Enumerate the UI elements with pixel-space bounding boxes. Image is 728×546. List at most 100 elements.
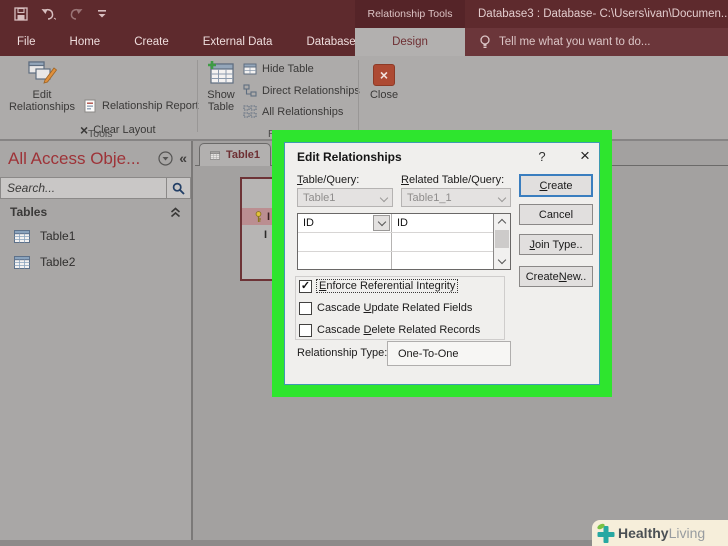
- checkbox-label: Cascade Update Related Fields: [317, 302, 472, 314]
- hide-table-label: Hide Table: [262, 63, 314, 75]
- cancel-button[interactable]: Cancel: [519, 204, 593, 225]
- tables-section-label: Tables: [10, 205, 47, 219]
- tab-home[interactable]: Home: [53, 36, 118, 48]
- tools-group-label: Tools: [88, 128, 113, 140]
- nav-item-table2[interactable]: Table2: [0, 251, 191, 273]
- collapse-group-icon[interactable]: [170, 207, 181, 218]
- nav-item-label: Table1: [40, 229, 75, 243]
- grid-field-dropdown-button[interactable]: [373, 215, 390, 231]
- menu-bar: File Home Create External Data Database …: [0, 28, 728, 56]
- title-bar: Relationship Tools Database3 : Database-…: [0, 0, 728, 28]
- all-relationships-button[interactable]: All Relationships: [243, 105, 343, 118]
- checkbox-icon[interactable]: ✓: [299, 280, 312, 293]
- highlight-border: Edit Relationships ? × Table/Query: Rela…: [272, 130, 612, 397]
- clear-layout-icon: ×: [80, 122, 88, 138]
- show-table-label: Show Table: [200, 89, 242, 113]
- table-query-value: Table1: [303, 192, 335, 204]
- relationship-type-text: One-To-One: [398, 348, 459, 360]
- lightbulb-icon: [479, 34, 491, 50]
- contextual-tab-header: Relationship Tools: [355, 0, 465, 28]
- checkbox-icon[interactable]: [299, 302, 312, 315]
- related-table-query-value: Table1_1: [407, 192, 452, 204]
- field-join-grid: ID ID: [297, 213, 511, 270]
- edit-relationships-icon: [27, 60, 57, 86]
- dialog-help-button[interactable]: ?: [531, 145, 553, 167]
- ribbon: Edit Relationships × Clear Layout Relati…: [0, 56, 728, 141]
- dropdown-chevron-icon: [380, 194, 388, 202]
- cascade-update-checkbox[interactable]: Cascade Update Related Fields: [299, 301, 472, 315]
- close-icon: ×: [373, 64, 395, 86]
- hide-table-button[interactable]: Hide Table: [243, 63, 314, 75]
- ribbon-tabs: File Home Create External Data Database …: [0, 28, 403, 56]
- table-query-combobox[interactable]: Table1: [297, 188, 393, 207]
- table-icon: [14, 256, 30, 269]
- tables-section-header[interactable]: Tables: [0, 201, 191, 223]
- scroll-down-icon[interactable]: [494, 254, 510, 269]
- grid-row-divider: [298, 251, 494, 252]
- tab-create[interactable]: Create: [117, 36, 186, 48]
- close-button[interactable]: × Close: [364, 64, 404, 101]
- grid-cell-left-field[interactable]: ID: [303, 217, 314, 229]
- relationship-type-value: One-To-One: [387, 341, 511, 366]
- table-query-label: Table/Query:: [297, 174, 359, 186]
- relationship-report-icon: [84, 99, 97, 113]
- related-table-query-combobox[interactable]: Table1_1: [401, 188, 511, 207]
- direct-relationships-icon: [243, 84, 257, 97]
- cascade-delete-checkbox[interactable]: Cascade Delete Related Records: [299, 323, 480, 337]
- checkbox-icon[interactable]: [299, 324, 312, 337]
- contextual-tab-label: Relationship Tools: [367, 8, 452, 20]
- scrollbar-thumb[interactable]: [495, 230, 509, 248]
- tab-external-data[interactable]: External Data: [186, 36, 290, 48]
- shutter-collapse-icon[interactable]: «: [179, 150, 187, 166]
- dropdown-chevron-icon: [498, 194, 506, 202]
- all-relationships-icon: [243, 105, 257, 118]
- relationship-report-button[interactable]: Relationship Report: [84, 99, 199, 113]
- nav-item-label: Table2: [40, 255, 75, 269]
- watermark-light-text: Living: [669, 525, 706, 541]
- grid-cell-right-field[interactable]: ID: [397, 217, 408, 229]
- quick-access-toolbar: [14, 4, 108, 24]
- plus-leaf-icon: [594, 522, 618, 546]
- edit-relationships-dialog: Edit Relationships ? × Table/Query: Rela…: [284, 142, 600, 385]
- save-icon[interactable]: [14, 7, 28, 21]
- watermark-bold-text: Healthy: [618, 525, 669, 541]
- table-icon: [14, 230, 30, 243]
- all-relationships-label: All Relationships: [262, 106, 343, 118]
- edit-relationships-button[interactable]: Edit Relationships: [6, 60, 78, 113]
- grid-column-divider: [391, 214, 392, 269]
- show-table-button[interactable]: Show Table: [200, 60, 242, 113]
- ribbon-separator: [358, 60, 359, 132]
- search-button[interactable]: [166, 178, 190, 198]
- dialog-close-button[interactable]: ×: [573, 145, 597, 167]
- scroll-up-icon[interactable]: [494, 214, 510, 229]
- redo-icon[interactable]: [68, 7, 84, 21]
- create-button[interactable]: Create: [519, 174, 593, 197]
- undo-icon[interactable]: [40, 7, 56, 21]
- edit-relationships-label: Edit Relationships: [6, 89, 78, 113]
- menu-circle-icon[interactable]: [158, 151, 173, 166]
- nav-item-table1[interactable]: Table1: [0, 225, 191, 247]
- watermark-logo: Healthy Living: [592, 520, 728, 546]
- related-table-query-label: Related Table/Query:: [401, 174, 504, 186]
- key-icon: [254, 211, 263, 223]
- field-name-clipped: I: [267, 211, 270, 223]
- ribbon-separator: [197, 60, 198, 132]
- search-input[interactable]: [1, 178, 166, 198]
- table-icon: [210, 150, 220, 161]
- enforce-referential-integrity-checkbox[interactable]: ✓ Enforce Referential Integrity: [299, 279, 457, 293]
- grid-scrollbar[interactable]: [493, 214, 510, 269]
- tab-design-active[interactable]: Design: [355, 28, 465, 56]
- search-box: [0, 177, 191, 199]
- customize-qat-icon[interactable]: [96, 7, 108, 21]
- tell-me-box[interactable]: Tell me what you want to do...: [465, 28, 728, 56]
- nav-pane-title[interactable]: All Access Obje...: [8, 149, 140, 169]
- direct-relationships-label: Direct Relationships: [262, 85, 360, 97]
- join-type-button[interactable]: Join Type..: [519, 234, 593, 255]
- create-new-button[interactable]: Create New..: [519, 266, 593, 287]
- hide-table-icon: [243, 63, 257, 75]
- relationship-type-label: Relationship Type:: [297, 347, 387, 359]
- dropdown-chevron-icon: [377, 217, 385, 225]
- document-tab-table1[interactable]: Table1: [199, 143, 271, 166]
- tab-file[interactable]: File: [0, 36, 53, 48]
- direct-relationships-button[interactable]: Direct Relationships: [243, 84, 360, 97]
